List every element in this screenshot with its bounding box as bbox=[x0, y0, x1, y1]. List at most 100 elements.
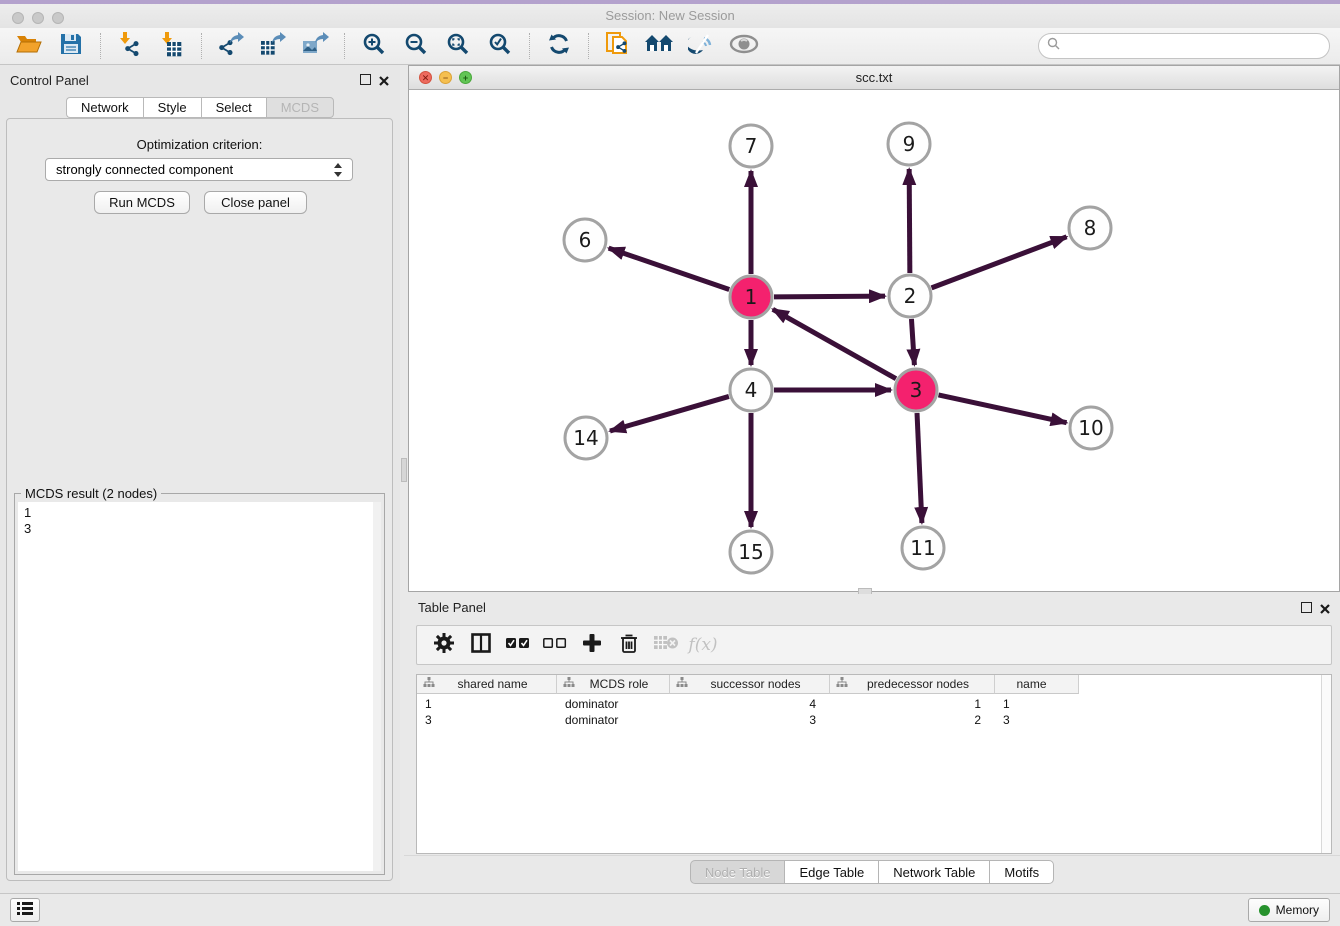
add-column-icon bbox=[583, 634, 601, 657]
graph-edge-3-1[interactable] bbox=[773, 309, 896, 378]
float-table-panel-icon[interactable] bbox=[1301, 602, 1312, 613]
tab-network-table[interactable]: Network Table bbox=[878, 860, 989, 884]
column-header-shared-name[interactable]: shared name bbox=[417, 675, 557, 694]
zoom-out-button[interactable] bbox=[399, 31, 433, 61]
close-panel-button[interactable]: Close panel bbox=[204, 191, 307, 214]
import-network-button[interactable] bbox=[113, 31, 147, 61]
toolbar-separator bbox=[201, 33, 202, 59]
export-table-button[interactable] bbox=[256, 31, 290, 61]
table-cell[interactable]: 1 bbox=[830, 696, 995, 712]
close-panel-icon[interactable] bbox=[378, 74, 390, 86]
tab-edge-table[interactable]: Edge Table bbox=[784, 860, 878, 884]
import-table-button[interactable] bbox=[155, 31, 189, 61]
graph-edge-2-3[interactable] bbox=[911, 319, 914, 365]
table-row[interactable]: 3dominator323 bbox=[417, 712, 1079, 728]
open-folder-button[interactable] bbox=[12, 31, 46, 61]
toolbar-separator bbox=[529, 33, 530, 59]
hide-panel-icon bbox=[688, 32, 716, 61]
node-table[interactable]: shared nameMCDS role successor nodes prede… bbox=[416, 674, 1332, 854]
network-canvas[interactable]: 7968124314101511 bbox=[409, 90, 1339, 591]
search-text-field[interactable] bbox=[1064, 39, 1329, 54]
graph-node-label: 11 bbox=[910, 536, 935, 560]
tab-mcds[interactable]: MCDS bbox=[266, 97, 334, 118]
export-network-button[interactable] bbox=[214, 31, 248, 61]
zoom-selected-button[interactable] bbox=[483, 31, 517, 61]
column-header-MCDS-role[interactable]: MCDS role bbox=[557, 675, 670, 694]
show-panel-button[interactable] bbox=[727, 31, 761, 61]
tab-network[interactable]: Network bbox=[66, 97, 143, 118]
table-cell[interactable]: 1 bbox=[417, 696, 557, 712]
tab-node-table[interactable]: Node Table bbox=[690, 860, 785, 884]
table-panel-title: Table Panel bbox=[418, 600, 486, 615]
select-all-button[interactable] bbox=[503, 631, 533, 659]
criterion-select[interactable]: strongly connected component bbox=[45, 158, 353, 181]
graph-edge-3-11[interactable] bbox=[917, 413, 922, 523]
table-scrollbar[interactable] bbox=[1321, 675, 1331, 853]
hide-panel-button[interactable] bbox=[685, 31, 719, 61]
gear-button[interactable] bbox=[429, 631, 459, 659]
graph-node-label: 2 bbox=[904, 284, 917, 308]
graph-node-label: 15 bbox=[738, 540, 763, 564]
splitter-handle[interactable] bbox=[401, 458, 407, 482]
network-window-titlebar[interactable]: ✕ − + scc.txt bbox=[409, 66, 1339, 90]
mcds-result-title: MCDS result (2 nodes) bbox=[21, 486, 161, 501]
close-table-panel-icon[interactable] bbox=[1319, 602, 1331, 614]
mcds-result-group: MCDS result (2 nodes) 1 3 bbox=[14, 493, 385, 875]
delete-table-icon bbox=[653, 634, 679, 657]
criterion-value: strongly connected component bbox=[56, 162, 233, 177]
graph-edge-1-2[interactable] bbox=[774, 296, 885, 297]
zoom-fit-icon bbox=[445, 31, 471, 62]
table-row[interactable]: 1dominator411 bbox=[417, 696, 1079, 712]
memory-button[interactable]: Memory bbox=[1248, 898, 1330, 922]
table-cell[interactable]: 3 bbox=[995, 712, 1079, 728]
toolbar-separator bbox=[100, 33, 101, 59]
graph-edge-2-8[interactable] bbox=[932, 237, 1067, 288]
home-icon bbox=[645, 32, 675, 61]
tab-select[interactable]: Select bbox=[201, 97, 266, 118]
table-cell[interactable]: 4 bbox=[670, 696, 830, 712]
graph-edge-1-6[interactable] bbox=[609, 248, 730, 289]
column-header-predecessor-nodes[interactable]: predecessor nodes bbox=[830, 675, 995, 694]
select-stepper-icon bbox=[333, 162, 344, 178]
control-panel: Control Panel NetworkStyleSelectMCDS Opt… bbox=[0, 65, 400, 893]
search-input[interactable] bbox=[1038, 33, 1330, 59]
save-button[interactable] bbox=[54, 31, 88, 61]
table-cell[interactable]: 1 bbox=[995, 696, 1079, 712]
zoom-fit-button[interactable] bbox=[441, 31, 475, 61]
table-cell[interactable]: dominator bbox=[557, 712, 670, 728]
mcds-result-textarea[interactable]: 1 3 bbox=[18, 502, 381, 871]
duplicate-network-button[interactable] bbox=[601, 31, 635, 61]
delete-column-button[interactable] bbox=[614, 631, 644, 659]
graph-node-label: 6 bbox=[579, 228, 592, 252]
add-column-button[interactable] bbox=[577, 631, 607, 659]
column-label: predecessor nodes bbox=[852, 677, 994, 691]
run-mcds-button[interactable]: Run MCDS bbox=[94, 191, 190, 214]
task-history-button[interactable] bbox=[10, 898, 40, 922]
column-label: successor nodes bbox=[692, 677, 829, 691]
table-cell[interactable]: 3 bbox=[417, 712, 557, 728]
export-image-button[interactable] bbox=[298, 31, 332, 61]
graph-node-label: 10 bbox=[1078, 416, 1103, 440]
graph-node-label: 14 bbox=[573, 426, 598, 450]
column-header-successor-nodes[interactable]: successor nodes bbox=[670, 675, 830, 694]
column-header-name[interactable]: name bbox=[995, 675, 1079, 694]
float-panel-icon[interactable] bbox=[360, 74, 371, 85]
tab-style[interactable]: Style bbox=[143, 97, 201, 118]
refresh-button[interactable] bbox=[542, 31, 576, 61]
graph-edge-4-14[interactable] bbox=[610, 396, 729, 431]
network-graph[interactable]: 7968124314101511 bbox=[409, 90, 1339, 591]
zoom-in-button[interactable] bbox=[357, 31, 391, 61]
table-cell[interactable]: 3 bbox=[670, 712, 830, 728]
home-button[interactable] bbox=[643, 31, 677, 61]
mcds-panel: Optimization criterion: strongly connect… bbox=[6, 118, 393, 881]
memory-status-icon bbox=[1259, 905, 1270, 916]
columns-button[interactable] bbox=[466, 631, 496, 659]
graph-edge-3-10[interactable] bbox=[938, 395, 1066, 423]
result-scrollbar[interactable] bbox=[373, 502, 381, 871]
deselect-all-button[interactable] bbox=[540, 631, 570, 659]
graph-edge-2-9[interactable] bbox=[909, 169, 910, 273]
table-cell[interactable]: dominator bbox=[557, 696, 670, 712]
main-toolbar bbox=[0, 28, 1340, 65]
table-cell[interactable]: 2 bbox=[830, 712, 995, 728]
tab-motifs[interactable]: Motifs bbox=[989, 860, 1054, 884]
